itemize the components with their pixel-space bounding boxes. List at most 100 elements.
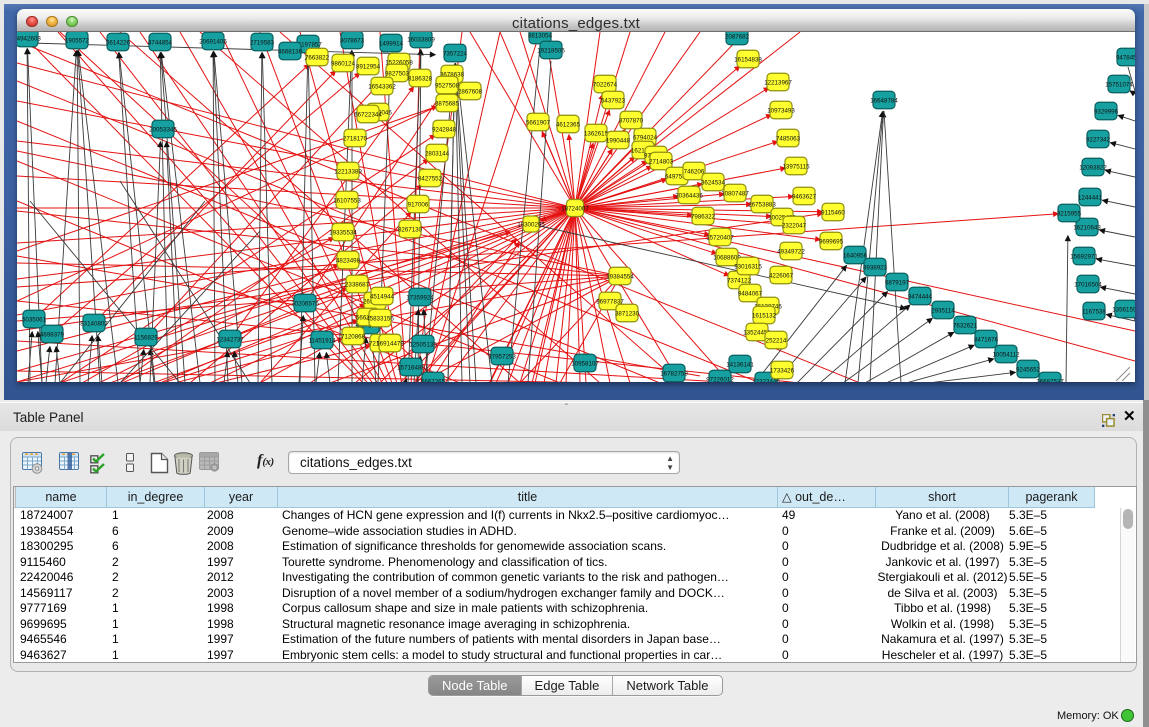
svg-text:4698379: 4698379: [40, 332, 65, 339]
svg-text:10807487: 10807487: [721, 191, 749, 198]
svg-text:3875685: 3875685: [435, 101, 460, 108]
svg-text:93016315: 93016315: [734, 264, 762, 271]
svg-text:4612365: 4612365: [556, 122, 581, 129]
svg-text:11451914: 11451914: [308, 338, 336, 345]
svg-text:6794024: 6794024: [633, 135, 658, 142]
svg-text:16033809: 16033809: [407, 37, 435, 44]
svg-text:4744854: 4744854: [148, 40, 173, 47]
svg-text:9474444: 9474444: [908, 294, 933, 301]
svg-text:252214: 252214: [766, 338, 787, 345]
svg-text:15716485: 15716485: [397, 365, 425, 372]
svg-text:16154838: 16154838: [734, 57, 762, 64]
svg-text:3871230: 3871230: [615, 311, 640, 318]
svg-text:19218506: 19218506: [537, 48, 565, 55]
svg-text:1362615: 1362615: [584, 131, 609, 138]
svg-text:18300295: 18300295: [517, 222, 545, 229]
svg-text:7632621: 7632621: [953, 323, 978, 330]
svg-text:9242848: 9242848: [432, 127, 457, 134]
svg-text:8912954: 8912954: [356, 64, 381, 71]
svg-text:1990448: 1990448: [606, 138, 631, 145]
svg-text:2338687: 2338687: [345, 282, 370, 289]
svg-text:8707870: 8707870: [619, 118, 644, 125]
svg-text:2718170: 2718170: [343, 136, 368, 143]
svg-text:3624534: 3624534: [701, 180, 726, 187]
svg-text:14136141: 14136141: [726, 362, 754, 369]
svg-text:12213389: 12213389: [334, 169, 362, 176]
svg-text:4668136: 4668136: [278, 49, 303, 56]
svg-text:1905572: 1905572: [65, 38, 90, 45]
svg-text:36687537: 36687537: [1036, 379, 1064, 383]
svg-text:6879197: 6879197: [885, 280, 910, 287]
svg-text:7663822: 7663822: [305, 55, 330, 62]
svg-text:17359924: 17359924: [406, 295, 434, 302]
svg-text:10973493: 10973493: [767, 108, 795, 115]
svg-text:83140807: 83140807: [80, 321, 108, 328]
svg-text:9245652: 9245652: [1016, 367, 1041, 374]
svg-text:9329996: 9329996: [1094, 109, 1119, 116]
svg-text:7120868: 7120868: [341, 334, 366, 341]
svg-text:4823498: 4823498: [336, 258, 361, 265]
svg-text:16914479: 16914479: [376, 341, 404, 348]
svg-text:8078673: 8078673: [340, 38, 365, 45]
svg-text:13975115: 13975115: [782, 164, 810, 171]
svg-text:16210643: 16210643: [1073, 225, 1101, 232]
svg-text:19384554: 19384554: [606, 274, 634, 281]
svg-text:9115460: 9115460: [821, 210, 845, 217]
svg-text:2935114: 2935114: [931, 308, 955, 315]
svg-text:5667265: 5667265: [421, 379, 446, 383]
svg-text:49349722: 49349722: [777, 249, 805, 256]
svg-text:5437923: 5437923: [601, 98, 626, 105]
svg-text:9478454: 9478454: [1116, 55, 1135, 62]
svg-text:9527508: 9527508: [435, 83, 460, 90]
svg-text:1244441: 1244441: [1078, 195, 1103, 202]
svg-text:2322047: 2322047: [782, 223, 807, 230]
svg-text:7357224: 7357224: [443, 51, 468, 58]
svg-text:20364436: 20364436: [675, 193, 703, 200]
svg-text:9860124: 9860124: [331, 61, 356, 68]
svg-text:1615132: 1615132: [752, 313, 777, 320]
svg-text:5614226: 5614226: [106, 40, 131, 47]
svg-text:19335534: 19335534: [329, 230, 357, 237]
svg-text:8471676: 8471676: [974, 337, 999, 344]
svg-text:12213967: 12213967: [764, 80, 792, 87]
svg-text:4226067: 4226067: [769, 273, 794, 280]
svg-text:10054112: 10054112: [992, 352, 1020, 359]
svg-text:7374122: 7374122: [727, 278, 752, 285]
svg-text:2719583: 2719583: [250, 40, 275, 47]
svg-text:12342737: 12342737: [216, 337, 244, 344]
svg-text:1156829: 1156829: [134, 335, 158, 342]
svg-text:8267130: 8267130: [398, 227, 423, 234]
svg-text:5035061: 5035061: [22, 317, 47, 324]
svg-text:20053346: 20053346: [149, 127, 177, 134]
svg-text:9699695: 9699695: [819, 239, 844, 246]
svg-text:16782759: 16782759: [660, 371, 688, 378]
svg-text:26753883: 26753883: [748, 202, 776, 209]
svg-text:9827503: 9827503: [385, 71, 410, 78]
svg-text:16107553: 16107553: [333, 198, 361, 205]
svg-text:9484067: 9484067: [738, 291, 763, 298]
svg-text:17016504: 17016504: [1074, 282, 1102, 289]
svg-text:10958107: 10958107: [571, 361, 599, 368]
svg-text:12505135: 12505135: [409, 342, 437, 349]
svg-text:16543362: 16543362: [368, 84, 396, 91]
svg-text:9227342: 9227342: [1086, 137, 1111, 144]
svg-text:7485063: 7485063: [776, 136, 801, 143]
svg-text:8427552: 8427552: [418, 176, 443, 183]
svg-text:5661907: 5661907: [526, 120, 551, 127]
svg-text:7986322: 7986322: [691, 214, 716, 221]
svg-text:1733426: 1733426: [770, 368, 795, 375]
svg-text:15751074: 15751074: [1105, 82, 1133, 89]
svg-text:2803144: 2803144: [425, 151, 450, 158]
svg-text:17957253: 17957253: [488, 354, 516, 361]
svg-text:12093822: 12093822: [1079, 165, 1107, 172]
svg-text:9463627: 9463627: [792, 194, 817, 201]
svg-text:4514944: 4514944: [370, 294, 395, 301]
svg-text:3215955: 3215955: [1057, 211, 1082, 218]
svg-text:8186328: 8186328: [408, 76, 433, 83]
svg-text:917006: 917006: [408, 202, 429, 209]
svg-text:45833156: 45833156: [366, 316, 394, 323]
svg-text:97226012: 97226012: [706, 377, 734, 383]
svg-text:2087682: 2087682: [725, 34, 750, 41]
svg-text:66722344: 66722344: [354, 112, 382, 119]
svg-text:2714803: 2714803: [649, 159, 674, 166]
